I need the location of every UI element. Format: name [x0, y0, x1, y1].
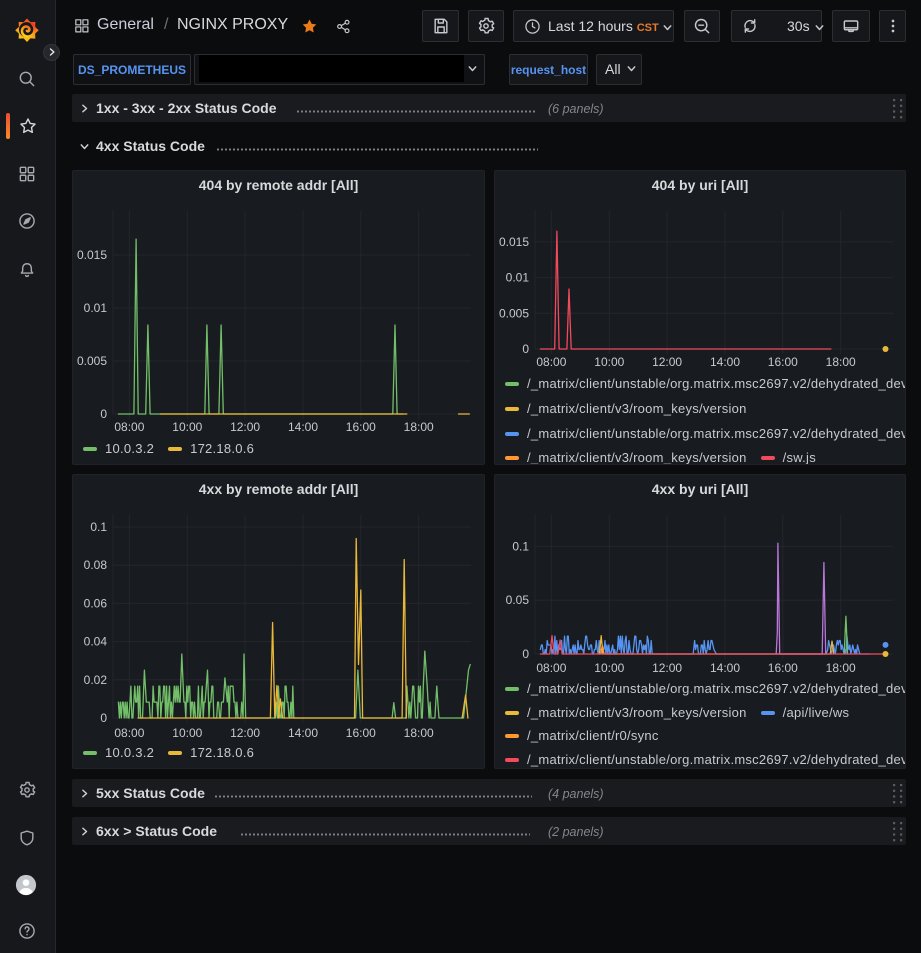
svg-text:14:00: 14:00 — [710, 661, 740, 675]
svg-text:0: 0 — [522, 647, 529, 661]
svg-text:16:00: 16:00 — [346, 726, 376, 740]
svg-text:0.06: 0.06 — [84, 596, 108, 610]
svg-text:18:00: 18:00 — [404, 420, 434, 434]
svg-text:08:00: 08:00 — [536, 661, 566, 675]
svg-text:08:00: 08:00 — [114, 726, 144, 740]
svg-text:0.1: 0.1 — [512, 539, 529, 553]
svg-text:0.015: 0.015 — [499, 235, 529, 249]
svg-text:0: 0 — [100, 711, 107, 725]
svg-text:18:00: 18:00 — [826, 355, 856, 369]
svg-text:14:00: 14:00 — [288, 726, 318, 740]
svg-text:18:00: 18:00 — [826, 661, 856, 675]
svg-text:12:00: 12:00 — [230, 420, 260, 434]
svg-text:0.005: 0.005 — [499, 306, 529, 320]
svg-text:14:00: 14:00 — [710, 355, 740, 369]
svg-text:0.01: 0.01 — [84, 301, 108, 315]
svg-text:0.05: 0.05 — [506, 593, 530, 607]
svg-text:0.08: 0.08 — [84, 558, 108, 572]
svg-text:0.005: 0.005 — [77, 354, 107, 368]
svg-text:0.015: 0.015 — [77, 248, 107, 262]
svg-text:0.1: 0.1 — [90, 520, 107, 534]
svg-text:18:00: 18:00 — [404, 726, 434, 740]
svg-text:0: 0 — [522, 342, 529, 356]
svg-text:14:00: 14:00 — [288, 420, 318, 434]
svg-text:0.02: 0.02 — [84, 673, 108, 687]
svg-text:0.04: 0.04 — [84, 635, 108, 649]
svg-text:16:00: 16:00 — [768, 661, 798, 675]
svg-text:0.01: 0.01 — [506, 271, 530, 285]
svg-text:12:00: 12:00 — [230, 726, 260, 740]
svg-text:10:00: 10:00 — [594, 661, 624, 675]
svg-text:16:00: 16:00 — [346, 420, 376, 434]
svg-text:10:00: 10:00 — [594, 355, 624, 369]
svg-text:16:00: 16:00 — [768, 355, 798, 369]
svg-text:12:00: 12:00 — [652, 661, 682, 675]
svg-text:08:00: 08:00 — [114, 420, 144, 434]
svg-text:12:00: 12:00 — [652, 355, 682, 369]
svg-text:10:00: 10:00 — [172, 726, 202, 740]
svg-text:0: 0 — [100, 407, 107, 421]
svg-text:08:00: 08:00 — [536, 355, 566, 369]
svg-text:10:00: 10:00 — [172, 420, 202, 434]
